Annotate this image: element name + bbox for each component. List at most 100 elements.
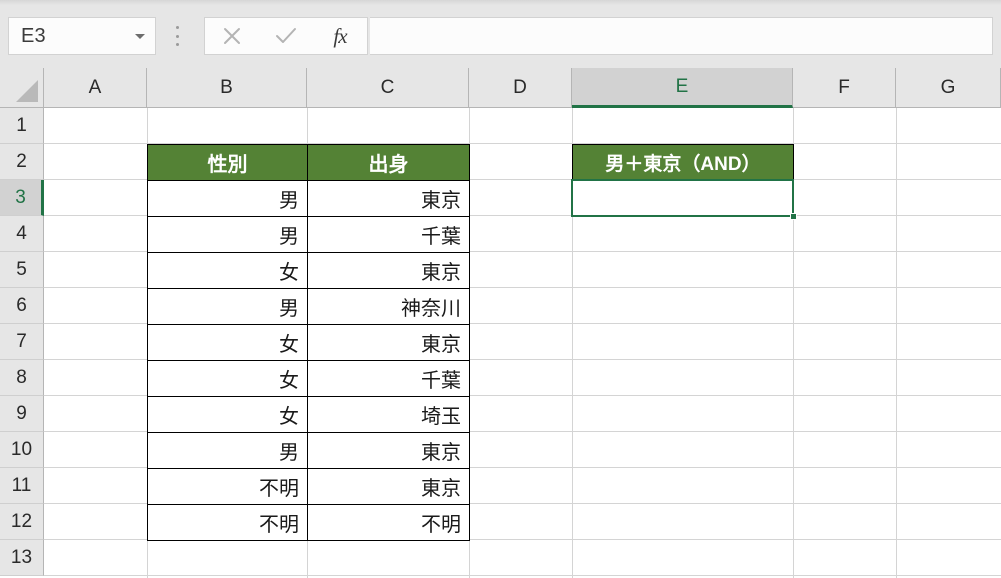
row-header-label: 11 xyxy=(12,475,32,497)
cell-text: 女 xyxy=(279,256,299,285)
row-header-5[interactable]: 5 xyxy=(0,252,44,288)
cell-c3[interactable]: 東京 xyxy=(307,180,470,217)
cell-text: 不明 xyxy=(259,472,299,501)
row-header-label: 1 xyxy=(16,115,27,137)
row-header-label: 5 xyxy=(16,259,27,281)
row-header-1[interactable]: 1 xyxy=(0,108,44,144)
row-header-10[interactable]: 10 xyxy=(0,432,44,468)
formula-input[interactable] xyxy=(370,17,993,55)
row-header-4[interactable]: 4 xyxy=(0,216,44,252)
cancel-x-icon[interactable] xyxy=(205,18,259,54)
cell-b8[interactable]: 女 xyxy=(147,360,308,397)
column-header-c[interactable]: C xyxy=(307,68,469,108)
fx-label: fx xyxy=(333,24,346,49)
cell-text: 東京 xyxy=(421,472,461,501)
active-cell-border xyxy=(571,179,794,217)
cell-b9[interactable]: 女 xyxy=(147,396,308,433)
column-header-b[interactable]: B xyxy=(147,68,307,108)
column-header-label: C xyxy=(381,77,395,99)
row-header-13[interactable]: 13 xyxy=(0,540,44,576)
row-header-label: 2 xyxy=(16,151,27,173)
name-box[interactable]: E3 xyxy=(8,17,156,55)
cell-b7[interactable]: 女 xyxy=(147,324,308,361)
column-header-label: E xyxy=(676,76,689,98)
cell-e2-result-header[interactable]: 男＋東京（AND） xyxy=(572,144,794,181)
cell-b5[interactable]: 女 xyxy=(147,252,308,289)
cell-text: 東京 xyxy=(421,256,461,285)
cell-c9[interactable]: 埼玉 xyxy=(307,396,470,433)
row-header-label: 8 xyxy=(16,367,27,389)
row-header-label: 9 xyxy=(16,403,27,425)
cell-text: 不明 xyxy=(421,508,461,537)
column-header-a[interactable]: A xyxy=(44,68,147,108)
column-header-label: D xyxy=(513,77,527,99)
cell-b2-gender-header[interactable]: 性別 xyxy=(147,144,308,181)
row-header-11[interactable]: 11 xyxy=(0,468,44,504)
fx-icon[interactable]: fx xyxy=(313,18,367,54)
cell-text: 男 xyxy=(279,292,299,321)
cell-text: 男 xyxy=(279,184,299,213)
row-header-label: 13 xyxy=(11,547,32,569)
vertical-dots-icon[interactable] xyxy=(175,26,179,46)
cell-b12[interactable]: 不明 xyxy=(147,504,308,541)
cell-c11[interactable]: 東京 xyxy=(307,468,470,505)
gridline-horizontal xyxy=(44,575,1001,576)
column-header-label: F xyxy=(838,77,850,99)
dot xyxy=(176,35,179,38)
cell-c5[interactable]: 東京 xyxy=(307,252,470,289)
cell-c7[interactable]: 東京 xyxy=(307,324,470,361)
fill-handle[interactable] xyxy=(790,213,797,220)
cell-c6[interactable]: 神奈川 xyxy=(307,288,470,325)
column-header-f[interactable]: F xyxy=(793,68,896,108)
check-icon[interactable] xyxy=(259,18,313,54)
cell-c8[interactable]: 千葉 xyxy=(307,360,470,397)
window-top-edge xyxy=(0,0,1001,5)
column-header-e[interactable]: E xyxy=(572,68,793,108)
cell-c4[interactable]: 千葉 xyxy=(307,216,470,253)
row-header-label: 4 xyxy=(16,223,27,245)
cell-text: 東京 xyxy=(421,184,461,213)
column-header-label: G xyxy=(941,77,956,99)
cell-c2-origin-header[interactable]: 出身 xyxy=(307,144,470,181)
cell-b10[interactable]: 男 xyxy=(147,432,308,469)
cell-text: 千葉 xyxy=(421,220,461,249)
select-all-triangle-icon xyxy=(16,80,38,102)
cell-text: 東京 xyxy=(421,436,461,465)
cell-text: 男 xyxy=(279,436,299,465)
cell-text: 出身 xyxy=(369,148,409,177)
name-box-value: E3 xyxy=(21,26,135,46)
row-header-2[interactable]: 2 xyxy=(0,144,44,180)
row-header-9[interactable]: 9 xyxy=(0,396,44,432)
row-header-7[interactable]: 7 xyxy=(0,324,44,360)
column-header-label: B xyxy=(220,77,233,99)
row-header-label: 6 xyxy=(16,295,27,317)
cell-text: 男 xyxy=(279,220,299,249)
cell-text: 女 xyxy=(279,328,299,357)
chevron-down-icon[interactable] xyxy=(135,34,145,39)
cell-text: 埼玉 xyxy=(421,400,461,429)
row-header-label: 3 xyxy=(15,187,26,209)
select-all-button[interactable] xyxy=(0,68,44,108)
formula-action-buttons: fx xyxy=(204,17,368,55)
column-header-g[interactable]: G xyxy=(896,68,1001,108)
row-header-6[interactable]: 6 xyxy=(0,288,44,324)
cell-text: 女 xyxy=(279,364,299,393)
cell-text: 男＋東京（AND） xyxy=(605,149,760,176)
cell-b11[interactable]: 不明 xyxy=(147,468,308,505)
row-header-8[interactable]: 8 xyxy=(0,360,44,396)
cell-text: 千葉 xyxy=(421,364,461,393)
cell-text: 不明 xyxy=(259,508,299,537)
cell-b3[interactable]: 男 xyxy=(147,180,308,217)
cell-text: 女 xyxy=(279,400,299,429)
cell-text: 東京 xyxy=(421,328,461,357)
column-header-d[interactable]: D xyxy=(469,68,572,108)
row-header-label: 12 xyxy=(11,511,32,533)
cell-c10[interactable]: 東京 xyxy=(307,432,470,469)
cell-b4[interactable]: 男 xyxy=(147,216,308,253)
dot xyxy=(176,43,179,46)
cell-c12[interactable]: 不明 xyxy=(307,504,470,541)
cell-text: 神奈川 xyxy=(401,292,461,321)
row-header-12[interactable]: 12 xyxy=(0,504,44,540)
cell-b6[interactable]: 男 xyxy=(147,288,308,325)
row-header-3[interactable]: 3 xyxy=(0,180,44,216)
